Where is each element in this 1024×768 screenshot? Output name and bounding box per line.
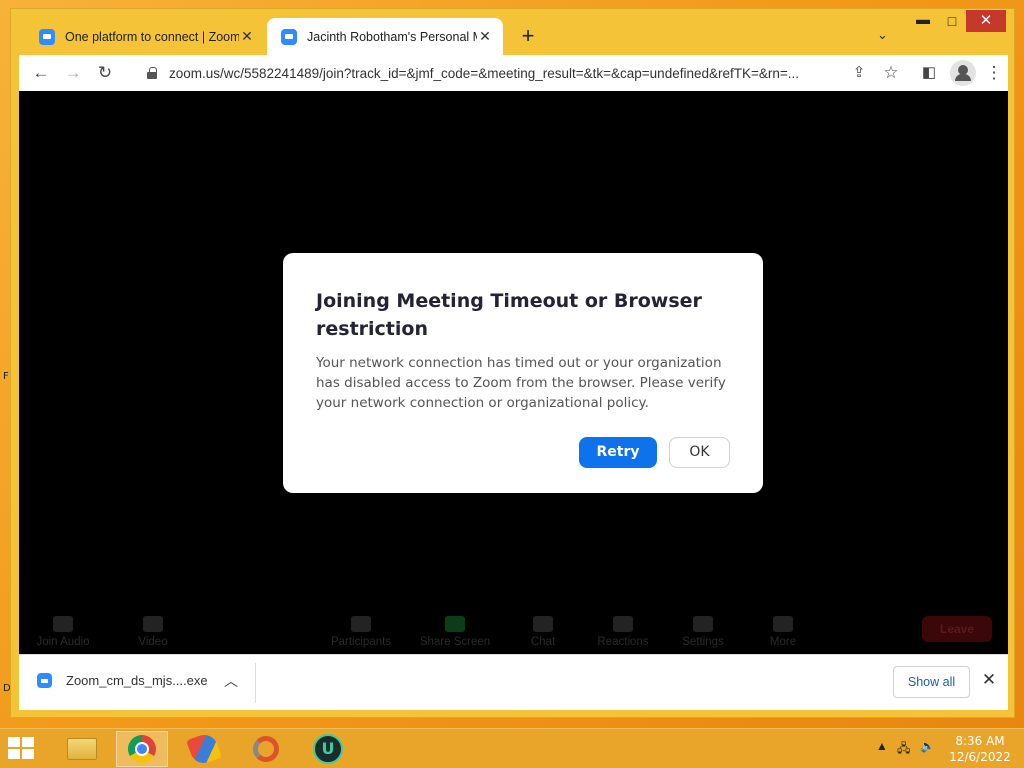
- share-screen-button[interactable]: Share Screen: [415, 616, 495, 648]
- settings-button[interactable]: Settings: [663, 616, 743, 648]
- control-label: Reactions: [597, 636, 649, 648]
- taskbar: U ▲ 🖧 🔈 8:36 AM 12/6/2022: [0, 728, 1024, 768]
- video-button[interactable]: Video: [113, 616, 193, 648]
- video-camera-icon: [143, 616, 163, 632]
- url-text: zoom.us/wc/5582241489/join?track_id=&jmf…: [169, 65, 800, 81]
- browser-toolbar: ← → ↻ zoom.us/wc/5582241489/join?track_i…: [19, 55, 1008, 91]
- side-panel-icon[interactable]: ◧: [917, 61, 941, 85]
- minimize-icon[interactable]: ▬: [907, 11, 939, 27]
- close-icon[interactable]: ✕: [979, 670, 999, 690]
- control-label: More: [769, 636, 797, 648]
- system-clock[interactable]: 8:36 AM 12/6/2022: [940, 733, 1020, 765]
- divider: [255, 663, 256, 703]
- show-all-button[interactable]: Show all: [893, 666, 970, 698]
- chrome-icon[interactable]: [116, 731, 168, 767]
- plus-icon[interactable]: +: [516, 24, 540, 48]
- share-screen-icon: [445, 616, 465, 632]
- join-audio-button[interactable]: Join Audio: [23, 616, 103, 648]
- retry-button[interactable]: Retry: [579, 437, 657, 468]
- star-icon[interactable]: ☆: [879, 61, 903, 85]
- zoom-favicon-icon: [39, 28, 55, 45]
- file-explorer-icon[interactable]: [56, 731, 108, 767]
- zoom-file-icon: [37, 673, 52, 688]
- tab-zoom-home[interactable]: One platform to connect | Zoom ✕: [25, 18, 265, 55]
- clock-time: 8:36 AM: [955, 734, 1005, 748]
- tab-title: One platform to connect | Zoom: [65, 29, 239, 44]
- timeout-dialog: Joining Meeting Timeout or Browser restr…: [283, 253, 763, 493]
- download-file-name: Zoom_cm_ds_mjs....exe: [66, 673, 208, 688]
- control-label: Video: [138, 636, 168, 648]
- ccleaner-icon[interactable]: [178, 731, 230, 767]
- lock-icon[interactable]: [147, 67, 157, 79]
- u-app-icon[interactable]: U: [302, 731, 354, 767]
- meeting-controls-bar: Join Audio Video Participants Share Scre…: [19, 604, 1008, 654]
- reload-icon[interactable]: ↻: [93, 61, 117, 85]
- network-icon[interactable]: 🖧: [897, 739, 910, 760]
- windows-start-icon[interactable]: [8, 737, 36, 761]
- control-label: Participants: [330, 636, 392, 648]
- more-menu-icon[interactable]: ⋮: [982, 61, 1006, 85]
- ok-button[interactable]: OK: [669, 437, 730, 468]
- chat-icon: [533, 616, 553, 632]
- share-icon[interactable]: ⇪: [847, 61, 871, 85]
- control-label: Share Screen: [419, 636, 491, 648]
- zoom-favicon-icon: [281, 28, 297, 45]
- dialog-message: Your network connection has timed out or…: [316, 355, 726, 411]
- participants-button[interactable]: Participants: [321, 616, 401, 648]
- title-bar: One platform to connect | Zoom ✕ Jacinth…: [11, 9, 1014, 55]
- address-bar[interactable]: zoom.us/wc/5582241489/join?track_id=&jmf…: [137, 59, 877, 87]
- download-item[interactable]: Zoom_cm_ds_mjs....exe: [37, 673, 208, 688]
- close-tab-icon[interactable]: ✕: [477, 28, 493, 45]
- maximize-icon[interactable]: □: [936, 13, 968, 29]
- chat-button[interactable]: Chat: [503, 616, 583, 648]
- browser-window: One platform to connect | Zoom ✕ Jacinth…: [10, 8, 1015, 718]
- reactions-button[interactable]: Reactions: [583, 616, 663, 648]
- close-tab-icon[interactable]: ✕: [239, 28, 255, 45]
- more-button[interactable]: More: [743, 616, 823, 648]
- control-label: Settings: [682, 636, 724, 648]
- gear-icon: [693, 616, 713, 632]
- control-label: Join Audio: [36, 636, 90, 648]
- dialog-title: Joining Meeting Timeout or Browser restr…: [316, 290, 702, 340]
- chevron-up-icon[interactable]: ︿: [224, 671, 238, 691]
- forward-arrow-icon[interactable]: →: [61, 61, 85, 85]
- participants-icon: [351, 616, 371, 632]
- app-ring-icon[interactable]: [240, 731, 292, 767]
- ellipsis-icon: [773, 616, 793, 632]
- page-viewport: Join Audio Video Participants Share Scre…: [19, 91, 1008, 654]
- reaction-icon: [613, 616, 633, 632]
- chevron-down-icon[interactable]: ⌄: [877, 27, 888, 43]
- tab-personal-meeting[interactable]: Jacinth Robotham's Personal Me ✕: [267, 18, 503, 55]
- control-label: Chat: [530, 636, 556, 648]
- leave-button[interactable]: Leave: [922, 616, 992, 642]
- profile-avatar-icon[interactable]: [950, 60, 976, 86]
- back-arrow-icon[interactable]: ←: [29, 61, 53, 85]
- clock-date: 12/6/2022: [949, 750, 1011, 764]
- tray-chevron-up-icon[interactable]: ▲: [876, 739, 888, 753]
- tab-title: Jacinth Robotham's Personal Me: [307, 29, 477, 44]
- desktop-edge-letter: F: [3, 371, 9, 382]
- headphones-icon: [53, 616, 73, 632]
- download-shelf: Zoom_cm_ds_mjs....exe ︿ Show all ✕: [19, 654, 1008, 710]
- volume-icon[interactable]: 🔈: [920, 739, 935, 753]
- close-window-icon[interactable]: ✕: [966, 10, 1006, 32]
